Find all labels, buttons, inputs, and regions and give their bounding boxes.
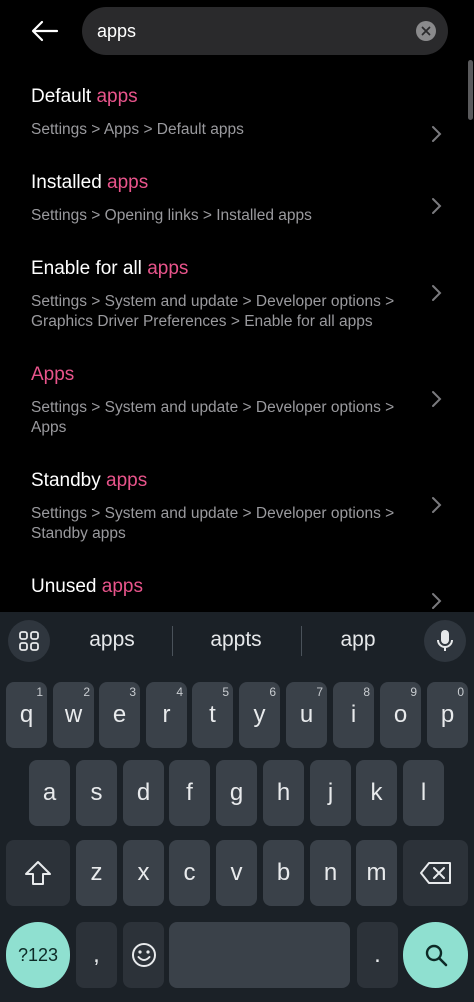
key-c[interactable]: c (169, 840, 210, 906)
suggestion-divider (172, 626, 173, 656)
result-path: Settings > System and update > Developer… (31, 293, 395, 330)
key-s[interactable]: s (76, 760, 117, 826)
result-item[interactable]: Enable for all apps Settings > System an… (0, 258, 474, 364)
chevron-right-icon (432, 198, 442, 214)
clear-search-button[interactable] (416, 21, 436, 41)
result-item[interactable]: Apps Settings > System and update > Deve… (0, 364, 474, 470)
result-title: Standby apps (31, 470, 148, 491)
key-x[interactable]: x (123, 840, 164, 906)
result-item[interactable]: Unused apps (0, 576, 474, 612)
result-path: Settings > Apps > Default apps (31, 121, 244, 138)
search-input[interactable] (97, 18, 397, 44)
key-b[interactable]: b (263, 840, 304, 906)
backspace-icon (419, 862, 451, 884)
close-icon (421, 26, 431, 36)
backspace-key[interactable] (403, 840, 468, 906)
key-l[interactable]: l (403, 760, 444, 826)
result-path: Settings > System and update > Developer… (31, 505, 395, 542)
result-item[interactable]: Installed apps Settings > Opening links … (0, 172, 474, 258)
period-key[interactable]: . (357, 922, 398, 988)
search-icon (425, 944, 447, 967)
grid-icon (19, 631, 39, 651)
key-u[interactable]: u7 (286, 682, 327, 748)
key-m[interactable]: m (356, 840, 397, 906)
key-w[interactable]: w2 (53, 682, 94, 748)
chevron-right-icon (432, 285, 442, 301)
search-key[interactable] (403, 922, 468, 988)
key-p[interactable]: p0 (427, 682, 468, 748)
result-item[interactable]: Standby apps Settings > System and updat… (0, 470, 474, 576)
suggestion-item[interactable]: appts (184, 628, 288, 652)
key-h[interactable]: h (263, 760, 304, 826)
chevron-right-icon (432, 497, 442, 513)
suggestion-item[interactable]: apps (62, 628, 162, 652)
result-title: Unused apps (31, 576, 143, 597)
search-results-list: Default apps Settings > Apps > Default a… (0, 64, 474, 612)
shift-key[interactable] (6, 840, 70, 906)
suggestion-divider (301, 626, 302, 656)
key-f[interactable]: f (169, 760, 210, 826)
result-title: Enable for all apps (31, 258, 189, 279)
key-y[interactable]: y6 (239, 682, 280, 748)
key-j[interactable]: j (310, 760, 351, 826)
suggestion-item[interactable]: app (310, 628, 406, 652)
chevron-right-icon (432, 391, 442, 407)
arrow-left-icon (31, 20, 59, 42)
key-q[interactable]: q1 (6, 682, 47, 748)
keyboard: apps appts app q1 w2 e3 r4 t5 y6 u7 i8 o… (0, 612, 474, 1002)
key-t[interactable]: t5 (192, 682, 233, 748)
comma-key[interactable]: , (76, 922, 117, 988)
result-path: Settings > Opening links > Installed app… (31, 207, 312, 224)
result-item[interactable]: Default apps Settings > Apps > Default a… (0, 86, 474, 172)
keyboard-menu-button[interactable] (8, 620, 50, 662)
emoji-key[interactable] (123, 922, 164, 988)
chevron-right-icon (432, 126, 442, 142)
key-i[interactable]: i8 (333, 682, 374, 748)
emoji-icon (131, 943, 156, 967)
symbols-key[interactable]: ?123 (6, 922, 70, 988)
key-e[interactable]: e3 (99, 682, 140, 748)
key-z[interactable]: z (76, 840, 117, 906)
suggestion-bar: apps appts app (0, 612, 474, 672)
result-path: Settings > System and update > Developer… (31, 399, 395, 436)
key-d[interactable]: d (123, 760, 164, 826)
shift-icon (25, 861, 51, 885)
key-a[interactable]: a (29, 760, 70, 826)
search-box[interactable] (82, 7, 448, 55)
microphone-icon (437, 630, 453, 651)
result-title: Default apps (31, 86, 138, 107)
key-k[interactable]: k (356, 760, 397, 826)
space-key[interactable] (169, 922, 350, 988)
result-title: Apps (31, 364, 75, 385)
key-v[interactable]: v (216, 840, 257, 906)
voice-input-button[interactable] (424, 620, 466, 662)
key-g[interactable]: g (216, 760, 257, 826)
result-title: Installed apps (31, 172, 149, 193)
back-button[interactable] (28, 14, 62, 48)
search-header (0, 0, 474, 64)
chevron-right-icon (432, 593, 442, 609)
key-r[interactable]: r4 (146, 682, 187, 748)
key-o[interactable]: o9 (380, 682, 421, 748)
key-n[interactable]: n (310, 840, 351, 906)
